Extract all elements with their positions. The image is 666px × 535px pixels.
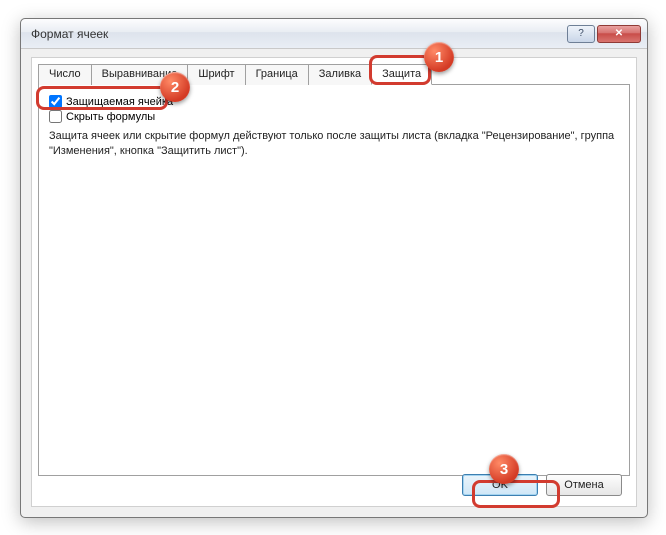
dialog-body: Число Выравнивание Шрифт Граница Заливка… — [31, 57, 637, 507]
cancel-button[interactable]: Отмена — [546, 474, 622, 496]
tab-protection[interactable]: Защита — [371, 64, 432, 85]
tab-strip: Число Выравнивание Шрифт Граница Заливка… — [32, 58, 636, 85]
dialog-footer: OK Отмена — [462, 474, 622, 496]
close-icon: ✕ — [615, 28, 623, 39]
help-icon: ? — [578, 28, 584, 39]
protection-description: Защита ячеек или скрытие формул действую… — [49, 129, 619, 159]
locked-row[interactable]: Защищаемая ячейка — [49, 95, 619, 108]
protection-panel: Защищаемая ячейка Скрыть формулы Защита … — [38, 84, 630, 476]
help-button[interactable]: ? — [567, 25, 595, 43]
tab-font[interactable]: Шрифт — [187, 64, 245, 85]
titlebar[interactable]: Формат ячеек ? ✕ — [21, 19, 647, 49]
locked-label: Защищаемая ячейка — [66, 96, 173, 108]
window-title: Формат ячеек — [31, 27, 565, 41]
tab-border[interactable]: Граница — [245, 64, 309, 85]
tab-alignment[interactable]: Выравнивание — [91, 64, 189, 85]
tab-number[interactable]: Число — [38, 64, 92, 85]
tab-fill[interactable]: Заливка — [308, 64, 372, 85]
hidden-checkbox[interactable] — [49, 110, 62, 123]
close-button[interactable]: ✕ — [597, 25, 641, 43]
format-cells-dialog: Формат ячеек ? ✕ Число Выравнивание Шриф… — [20, 18, 648, 518]
ok-button[interactable]: OK — [462, 474, 538, 496]
hidden-row[interactable]: Скрыть формулы — [49, 110, 619, 123]
hidden-label: Скрыть формулы — [66, 111, 155, 123]
locked-checkbox[interactable] — [49, 95, 62, 108]
